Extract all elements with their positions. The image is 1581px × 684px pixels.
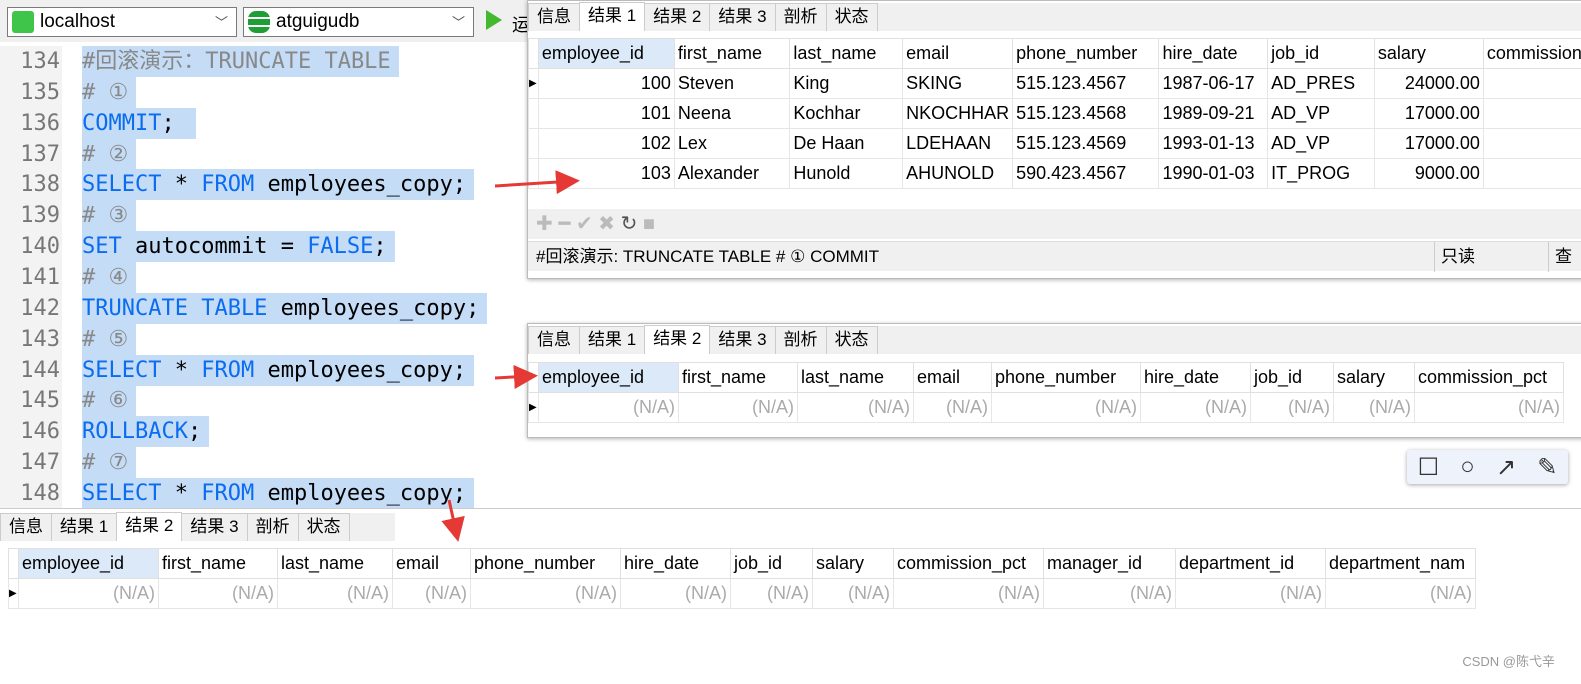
arrow-to-result-2 xyxy=(494,364,538,389)
arrow-to-result-1 xyxy=(494,170,580,195)
watermark: CSDN @陈弋辛 xyxy=(1462,654,1555,669)
annotation-arrows xyxy=(441,170,580,542)
arrow-to-result-3 xyxy=(441,499,465,542)
